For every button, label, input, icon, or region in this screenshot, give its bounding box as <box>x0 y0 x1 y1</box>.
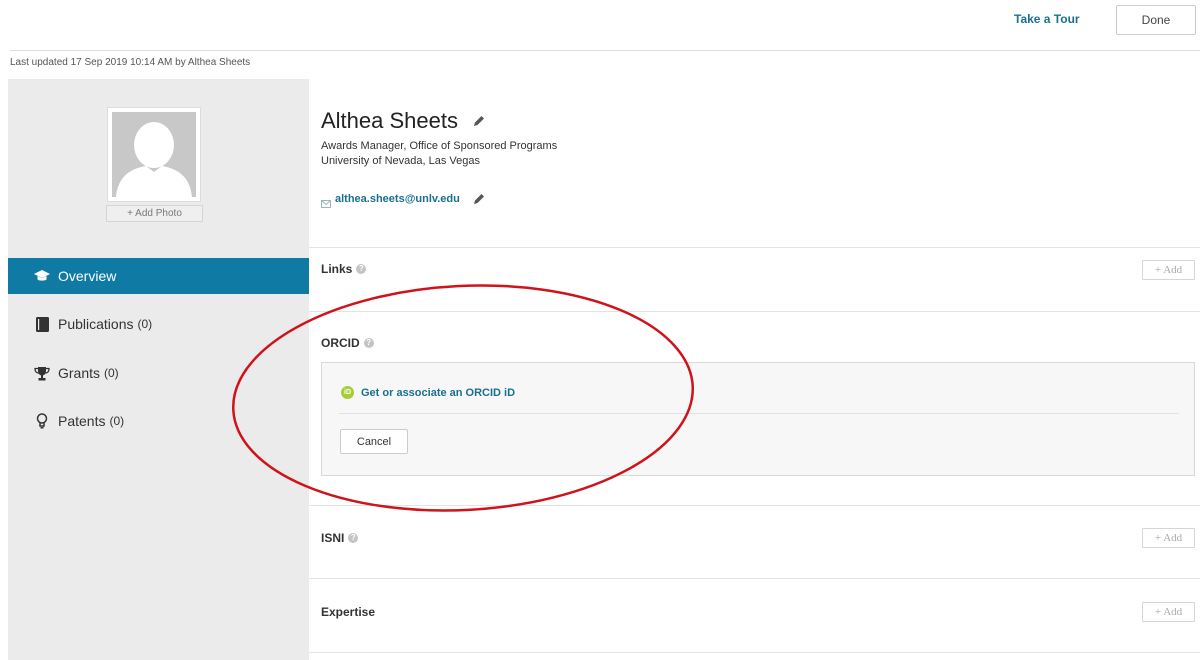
section-divider <box>309 311 1200 312</box>
orcid-title-text: ORCID <box>321 336 360 350</box>
add-isni-button[interactable]: + Add <box>1142 528 1195 548</box>
nav-overview-label: Overview <box>58 268 117 284</box>
help-icon[interactable]: ? <box>348 533 359 543</box>
orcid-cancel-button[interactable]: Cancel <box>340 429 408 454</box>
take-a-tour-link[interactable]: Take a Tour <box>1014 12 1080 26</box>
expertise-title-text: Expertise <box>321 605 376 619</box>
add-link-button[interactable]: + Add <box>1142 260 1195 280</box>
section-divider <box>309 578 1200 579</box>
nav-patents-count: (0) <box>109 414 125 428</box>
graduation-cap-icon <box>34 268 50 284</box>
orcid-associate-text: Get or associate an ORCID iD <box>361 386 516 399</box>
add-photo-button[interactable]: + Add Photo <box>106 205 203 222</box>
person-silhouette-icon <box>116 122 192 197</box>
top-bar: Take a Tour Done <box>0 0 1200 50</box>
expertise-section-title: Expertise <box>321 605 375 619</box>
isni-title-text: ISNI <box>321 531 345 545</box>
nav-overview[interactable]: Overview <box>8 258 309 294</box>
nav-grants[interactable]: Grants (0) <box>8 355 309 391</box>
links-title-text: Links <box>321 262 353 276</box>
help-icon[interactable]: ? <box>356 264 367 274</box>
help-icon[interactable]: ? <box>363 338 374 348</box>
profile-email-link[interactable]: althea.sheets@unlv.edu <box>335 193 460 205</box>
done-button[interactable]: Done <box>1116 5 1196 35</box>
nav-grants-label: Grants <box>58 365 101 381</box>
orcid-associate-link[interactable]: iD Get or associate an ORCID iD <box>341 386 515 399</box>
nav-publications-label: Publications <box>58 316 134 332</box>
nav-publications-count: (0) <box>137 317 153 331</box>
links-section-title: Links ? <box>321 262 367 276</box>
section-divider <box>309 505 1200 506</box>
section-divider <box>309 247 1200 248</box>
add-expertise-button[interactable]: + Add <box>1142 602 1195 622</box>
profile-job-title: Awards Manager, Office of Sponsored Prog… <box>321 140 558 152</box>
edit-name-pencil-icon[interactable] <box>472 114 486 128</box>
last-updated-text: Last updated 17 Sep 2019 10:14 AM by Alt… <box>10 57 251 68</box>
edit-email-pencil-icon[interactable] <box>472 192 486 206</box>
top-divider <box>10 50 1200 51</box>
envelope-icon <box>321 195 331 208</box>
nav-publications[interactable]: Publications (0) <box>8 306 309 342</box>
lightbulb-icon <box>34 413 50 429</box>
orcid-divider <box>339 413 1179 414</box>
nav-patents[interactable]: Patents (0) <box>8 403 309 439</box>
isni-section-title: ISNI ? <box>321 531 359 545</box>
nav-grants-count: (0) <box>104 366 119 380</box>
email-row: althea.sheets@unlv.edu <box>321 192 486 208</box>
profile-institution: University of Nevada, Las Vegas <box>321 155 480 167</box>
profile-header: Althea Sheets <box>321 108 486 134</box>
section-divider <box>309 652 1200 653</box>
book-icon <box>34 316 50 332</box>
main-content: Althea Sheets Awards Manager, Office of … <box>309 79 1200 660</box>
avatar-placeholder <box>112 112 196 197</box>
profile-photo <box>107 107 201 202</box>
profile-name: Althea Sheets <box>321 108 458 133</box>
orcid-section-title: ORCID ? <box>321 336 374 350</box>
nav-patents-label: Patents <box>58 413 106 429</box>
orcid-panel: iD Get or associate an ORCID iD Cancel <box>321 362 1195 476</box>
trophy-icon <box>34 365 50 381</box>
sidebar: + Add Photo Overview Publications (0) Gr… <box>8 79 309 660</box>
orcid-id-icon: iD <box>341 386 354 399</box>
